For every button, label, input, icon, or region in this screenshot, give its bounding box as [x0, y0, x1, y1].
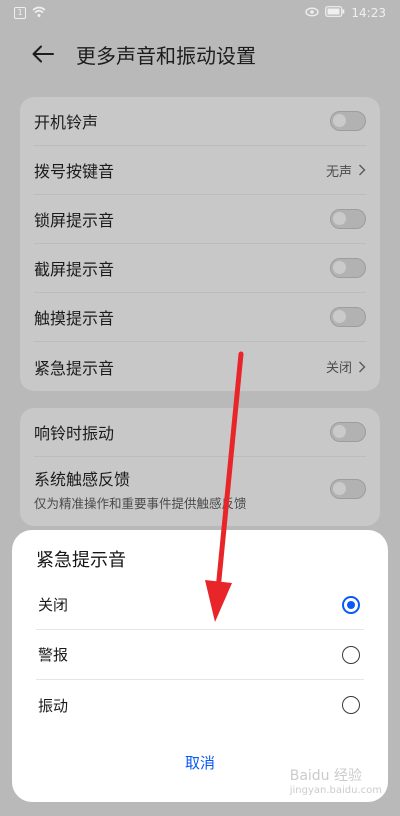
sim-icon: 1: [14, 7, 26, 19]
toggle-switch[interactable]: [330, 307, 366, 327]
setting-value: 无声: [325, 164, 352, 180]
toggle-knob: [333, 310, 346, 323]
page-header: 更多声音和振动设置: [0, 30, 400, 78]
toggle-switch[interactable]: [330, 258, 366, 278]
setting-row-screenshot-sound[interactable]: 截屏提示音: [34, 244, 366, 293]
toggle-switch[interactable]: [330, 422, 366, 442]
option-label: 关闭: [38, 596, 69, 614]
status-left: 1: [14, 6, 46, 21]
setting-value-group: 无声: [326, 161, 366, 180]
wifi-icon: [32, 6, 46, 21]
option-vibrate[interactable]: 振动: [36, 680, 364, 730]
option-off[interactable]: 关闭: [36, 580, 364, 630]
toggle-switch[interactable]: [330, 111, 366, 131]
setting-label: 触摸提示音: [34, 309, 115, 328]
status-time: 14:23: [351, 6, 386, 20]
status-right: 14:23: [305, 6, 386, 20]
page-title: 更多声音和振动设置: [76, 43, 256, 68]
setting-label: 响铃时振动: [34, 424, 115, 443]
watermark-text: Baidu 经验: [289, 768, 363, 784]
option-alarm[interactable]: 警报: [36, 630, 364, 680]
setting-sublabel: 仅为精准操作和重要事件提供触感反馈: [34, 496, 247, 511]
setting-row-emergency-tone[interactable]: 紧急提示音 关闭: [34, 342, 366, 391]
watermark-subtext: jingyan.baidu.com: [289, 785, 382, 796]
chevron-right-icon: [358, 164, 366, 176]
setting-row-touch-sound[interactable]: 触摸提示音: [34, 293, 366, 342]
toggle-knob: [333, 425, 346, 438]
setting-text-group: 系统触感反馈 仅为精准操作和重要事件提供触感反馈: [34, 466, 247, 512]
option-label: 警报: [38, 646, 69, 664]
setting-row-vibrate-ringing[interactable]: 响铃时振动: [34, 408, 366, 457]
battery-icon: [325, 6, 345, 20]
emergency-tone-dialog: 紧急提示音 关闭 警报 振动 取消: [12, 530, 388, 802]
toggle-knob: [333, 261, 346, 274]
status-bar: 1 14:23: [0, 0, 400, 26]
radio-button[interactable]: [342, 696, 360, 714]
radio-button-selected[interactable]: [342, 595, 360, 614]
eye-comfort-icon: [305, 6, 320, 20]
setting-value: 关闭: [325, 361, 352, 376]
toggle-knob: [333, 482, 346, 495]
dialog-title: 紧急提示音: [36, 550, 126, 571]
toggle-knob: [333, 212, 346, 225]
settings-group-sounds: 开机铃声 拨号按键音 无声 锁屏提示音 截屏提示音 触摸提示音 紧急提示音 关闭: [20, 97, 380, 391]
setting-label: 锁屏提示音: [34, 211, 115, 230]
cancel-button[interactable]: 取消: [140, 744, 260, 781]
setting-row-dial-tone[interactable]: 拨号按键音 无声: [34, 146, 366, 195]
watermark-logo: Baidu 经验 jingyan.baidu.com: [290, 765, 382, 796]
setting-row-haptic-feedback[interactable]: 系统触感反馈 仅为精准操作和重要事件提供触感反馈: [34, 457, 366, 521]
setting-value-group: 关闭: [326, 357, 366, 376]
toggle-switch[interactable]: [330, 209, 366, 229]
settings-group-vibration: 响铃时振动 系统触感反馈 仅为精准操作和重要事件提供触感反馈: [20, 408, 380, 526]
setting-label: 紧急提示音: [34, 358, 115, 378]
option-label: 振动: [38, 696, 69, 715]
setting-label: 拨号按键音: [34, 162, 115, 181]
setting-row-boot-ringtone[interactable]: 开机铃声: [34, 97, 366, 146]
setting-label: 开机铃声: [34, 113, 99, 132]
chevron-right-icon: [358, 361, 366, 373]
setting-label: 截屏提示音: [34, 260, 115, 279]
toggle-knob: [333, 114, 346, 127]
setting-row-lock-sound[interactable]: 锁屏提示音: [34, 195, 366, 244]
radio-button[interactable]: [342, 645, 360, 664]
toggle-switch[interactable]: [330, 479, 366, 499]
setting-label: 系统触感反馈: [34, 470, 131, 489]
back-arrow-icon[interactable]: [32, 41, 58, 67]
